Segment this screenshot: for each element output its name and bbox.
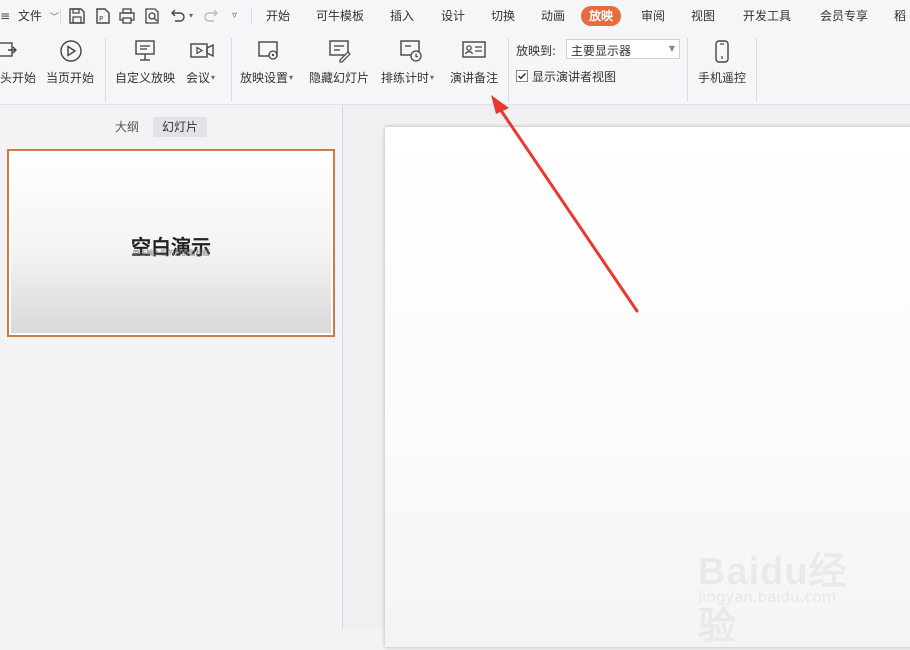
slide-thumbnail-subtitle: 单击输入您的封面副标题 [132, 249, 210, 257]
tab-slides[interactable]: 幻灯片 [153, 117, 208, 137]
divider [508, 38, 509, 102]
rehearse-timing-button[interactable]: 排练计时▾ [380, 32, 440, 92]
divider [60, 8, 61, 24]
meeting-button[interactable]: 会议▾ [185, 32, 225, 92]
rehearse-timer-icon [398, 38, 424, 64]
baidu-watermark: Baidu经验 jingyan.baidu.com [698, 536, 868, 648]
presenter-view-label: 显示演讲者视图 [532, 70, 617, 84]
slide-thumbnail-preview: 空白演示 单击输入您的封面副标题 [11, 153, 331, 333]
slideshow-settings-label: 放映设置▾ [240, 71, 294, 85]
tab-member[interactable]: 会员专享 [820, 6, 868, 26]
tab-slideshow[interactable]: 放映 [581, 6, 622, 26]
print-icon[interactable] [118, 7, 136, 25]
export-pdf-icon[interactable]: P [94, 7, 112, 25]
phone-icon [709, 38, 735, 64]
hide-slide-button[interactable]: 隐藏幻灯片 [309, 32, 373, 92]
redo-icon[interactable] [203, 7, 221, 25]
hide-slide-label: 隐藏幻灯片 [309, 71, 370, 85]
presenter-view-checkbox[interactable] [516, 70, 528, 82]
rehearse-timing-label: 排练计时▾ [381, 71, 435, 85]
show-on-label: 放映到: [516, 44, 557, 58]
save-icon[interactable] [68, 7, 86, 25]
tab-insert[interactable]: 插入 [390, 6, 414, 26]
custom-show-icon [133, 38, 159, 64]
video-camera-icon [189, 38, 215, 64]
custom-show-label: 自定义放映 [115, 71, 176, 85]
divider [231, 38, 232, 102]
undo-dropdown-icon[interactable]: ▾ [189, 0, 193, 32]
slideshow-settings-button[interactable]: 放映设置▾ [240, 32, 302, 92]
print-preview-icon[interactable] [143, 7, 161, 25]
slide-thumbnail[interactable]: 空白演示 单击输入您的封面副标题 [7, 149, 335, 337]
divider [105, 38, 106, 102]
speaker-notes-label: 演讲备注 [450, 71, 499, 85]
play-from-start-button[interactable]: 头开始 [0, 32, 40, 92]
hamburger-icon: ≡ [0, 9, 11, 23]
tab-developer[interactable]: 开发工具 [743, 6, 791, 26]
tab-view[interactable]: 视图 [691, 6, 715, 26]
tab-home[interactable]: 开始 [266, 6, 290, 26]
meeting-label: 会议▾ [186, 71, 216, 85]
slides-panel: 大纲 幻灯片 空白演示 单击输入您的封面副标题 [0, 105, 342, 629]
phone-remote-label: 手机遥控 [698, 71, 747, 85]
speaker-notes-button[interactable]: 演讲备注 [449, 32, 501, 92]
tab-animations[interactable]: 动画 [541, 6, 565, 26]
file-menu-label: 文件 [17, 9, 42, 23]
file-menu[interactable]: ≡ 文件 ﹀ [0, 0, 59, 32]
show-on-select[interactable]: 主要显示器 ▼ [566, 39, 680, 59]
divider [756, 38, 757, 102]
show-on-value: 主要显示器 [571, 44, 632, 58]
play-current-button[interactable]: 当页开始 [44, 32, 98, 92]
undo-icon[interactable] [168, 7, 186, 25]
checkmark-icon [517, 72, 527, 80]
hide-slide-icon [327, 38, 353, 64]
chevron-down-icon: ﹀ [49, 13, 59, 23]
title-bar: ≡ 文件 ﹀ P ▾ ▿ 开始 可牛模板 插入 设计 切换 动画 放映 审阅 视… [0, 0, 910, 32]
dropdown-arrow-icon: ▼ [668, 44, 675, 53]
speaker-notes-icon [461, 38, 487, 64]
svg-text:P: P [99, 15, 103, 23]
watermark-url: jingyan.baidu.com [698, 588, 837, 606]
play-current-label: 当页开始 [46, 71, 95, 85]
tab-design[interactable]: 设计 [441, 6, 465, 26]
tab-overflow[interactable]: 稻 [894, 6, 906, 26]
play-from-start-label: 头开始 [0, 71, 37, 85]
divider [251, 8, 252, 24]
tab-transitions[interactable]: 切换 [491, 6, 515, 26]
play-from-start-icon [0, 38, 20, 64]
tab-templates[interactable]: 可牛模板 [316, 6, 364, 26]
divider [687, 38, 688, 102]
play-circle-icon [58, 38, 84, 64]
tab-outline[interactable]: 大纲 [106, 117, 148, 137]
customize-toolbar-icon[interactable]: ▿ [232, 0, 237, 32]
tab-review[interactable]: 审阅 [641, 6, 665, 26]
phone-remote-button[interactable]: 手机遥控 [695, 32, 749, 92]
ribbon: 头开始 当页开始 自定义放映 会议▾ 放映设置▾ 隐藏幻灯片 排练计时▾ 演讲备… [0, 32, 910, 105]
settings-screen-icon [256, 38, 282, 64]
custom-show-button[interactable]: 自定义放映 [113, 32, 179, 92]
